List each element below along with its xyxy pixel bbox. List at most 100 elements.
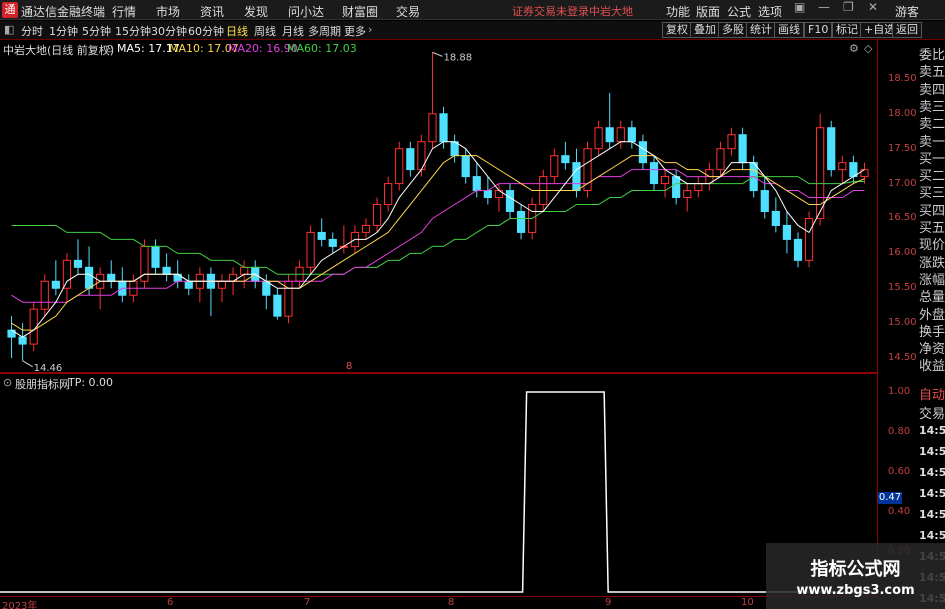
mark-button[interactable]: 标记 [832,22,862,38]
price-tick-label: 17.50 [888,142,917,154]
period-daily[interactable]: 日线 [226,23,248,39]
quote-label: 委比 [919,48,945,63]
quote-label: 14:56 [919,424,945,437]
indicator-tick-label: 0.40 [888,506,911,517]
date-label: 2023年 [2,601,38,609]
date-label: 9 [605,597,612,608]
watermark-title: 指标公式网 [810,559,901,580]
menu-caifuquan[interactable]: 财富圈 [342,3,378,20]
period-multi[interactable]: 多周期 [308,23,341,39]
menu-wenxiaoda[interactable]: 问小达 [288,3,324,20]
quote-label[interactable]: 交易 [919,403,945,422]
quote-label: 14:56 [919,529,945,542]
huaxian-button[interactable]: 画线 [774,22,804,38]
candle-body [317,231,326,240]
duogu-button[interactable]: 多股 [718,22,748,38]
menu-hangqing[interactable]: 行情 [112,3,136,20]
quote-label: 外盘 [919,307,945,323]
watermark-url: www.zbgs3.com [796,583,915,598]
tp-line [0,391,878,593]
price-tick-label: 15.00 [888,317,917,329]
quote-label: 涨幅 [919,272,945,288]
high-marker-pointer [432,51,443,57]
period-60min[interactable]: 60分钟 [188,23,224,39]
period-30min[interactable]: 30分钟 [151,23,187,39]
chart-settings-icon[interactable]: ⚙ [849,42,859,55]
chart-collapse-icon[interactable]: ◇ [864,42,872,55]
back-button[interactable]: 返回 [892,22,922,38]
candle-body [73,259,83,268]
menu-xuanxiang[interactable]: 选项 [758,3,782,20]
menu-gongshi[interactable]: 公式 [727,3,751,20]
candle-body [516,210,526,233]
f10-button[interactable]: F10 [804,22,833,38]
quote-label: 买三 [919,186,945,202]
candlestick-svg: 18.88 14.46 8 [0,51,878,374]
diejia-button[interactable]: 叠加 [690,22,720,38]
indicator-chart[interactable]: ⊙ 股朋指标网 TP: 0.00 [0,374,878,596]
quote-label: 卖五 [919,65,945,81]
candle-body [428,113,437,143]
restore-icon[interactable]: ❐ [843,0,854,14]
menu-banmian[interactable]: 版面 [696,3,720,20]
settings-icon[interactable]: ⊙ [105,42,114,55]
candle-body [727,134,736,150]
menu-gongneng[interactable]: 功能 [666,3,690,20]
minimize-icon[interactable]: — [818,0,830,14]
candle-body [84,266,94,289]
candle-body [240,266,249,275]
account-status[interactable]: 证券交易未登录 [512,3,589,19]
period-15min[interactable]: 15分钟 [115,23,151,39]
period-5min[interactable]: 5分钟 [82,23,111,39]
candle-body [738,134,747,164]
candle-body [51,280,60,289]
quote-label[interactable]: 自动 [919,384,945,403]
close-icon[interactable]: ✕ [868,0,878,14]
indicator-svg [0,391,878,593]
chevron-right-icon[interactable]: › [368,23,372,36]
indicator-settings-icon[interactable]: ⊙ [3,376,12,389]
quote-label: 涨跌 [919,255,945,271]
period-weekly[interactable]: 周线 [254,23,276,39]
quote-label: 14:56 [919,445,945,458]
guest-label[interactable]: 游客 [895,3,919,20]
candle-body [760,190,769,212]
menu-jiaoyi[interactable]: 交易 [396,3,420,20]
current-value-badge: 0.47 [878,492,902,504]
candle-body [162,266,171,275]
watermark: 指标公式网 www.zbgs3.com [766,543,945,609]
candle-body [62,259,72,289]
period-more[interactable]: 更多 [344,23,366,39]
price-tick-label: 14.50 [888,352,917,364]
candle-body [483,190,492,199]
indicator-name: 股朋指标网 [15,378,70,391]
right-axis-border [877,40,878,600]
tongji-button[interactable]: 统计 [746,22,776,38]
app-title: 通达信金融终端 [21,5,106,19]
fuquan-button[interactable]: 复权 [662,22,692,38]
quote-label: 卖一 [919,134,945,150]
candle-body [505,190,515,212]
candle-body [217,280,227,289]
quote-label: 换手 [919,324,945,340]
candle-body [716,148,725,171]
period-monthly[interactable]: 月线 [282,23,304,39]
menu-shichang[interactable]: 市场 [156,3,180,20]
date-label: 8 [448,597,455,608]
menu-zixun[interactable]: 资讯 [200,3,224,20]
candle-body [782,224,792,240]
candle-body [372,204,382,226]
quote-label: 买一 [919,151,945,167]
candle-body [627,127,636,143]
panel-toggle-icon[interactable]: ◧ [4,23,14,36]
menu-faxian[interactable]: 发现 [244,3,268,20]
candlestick-chart[interactable]: 18.88 14.46 8 中岩大地(日线 前复权) ⊙ MA5: 17.17 MA… [0,40,878,374]
period-1min[interactable]: 1分钟 [49,23,78,39]
menu-bar: 通 通达信金融终端 行情 市场 资讯 发现 问小达 财富圈 交易 证券交易未登录… [0,0,945,20]
low-marker-pointer [22,360,33,368]
price-tick-label: 16.00 [888,247,917,259]
period-fenshi[interactable]: 分时 [21,23,43,39]
skin-icon[interactable]: ▣ [794,0,805,14]
date-label: 10 [741,597,754,608]
quote-label: 买四 [919,203,945,219]
